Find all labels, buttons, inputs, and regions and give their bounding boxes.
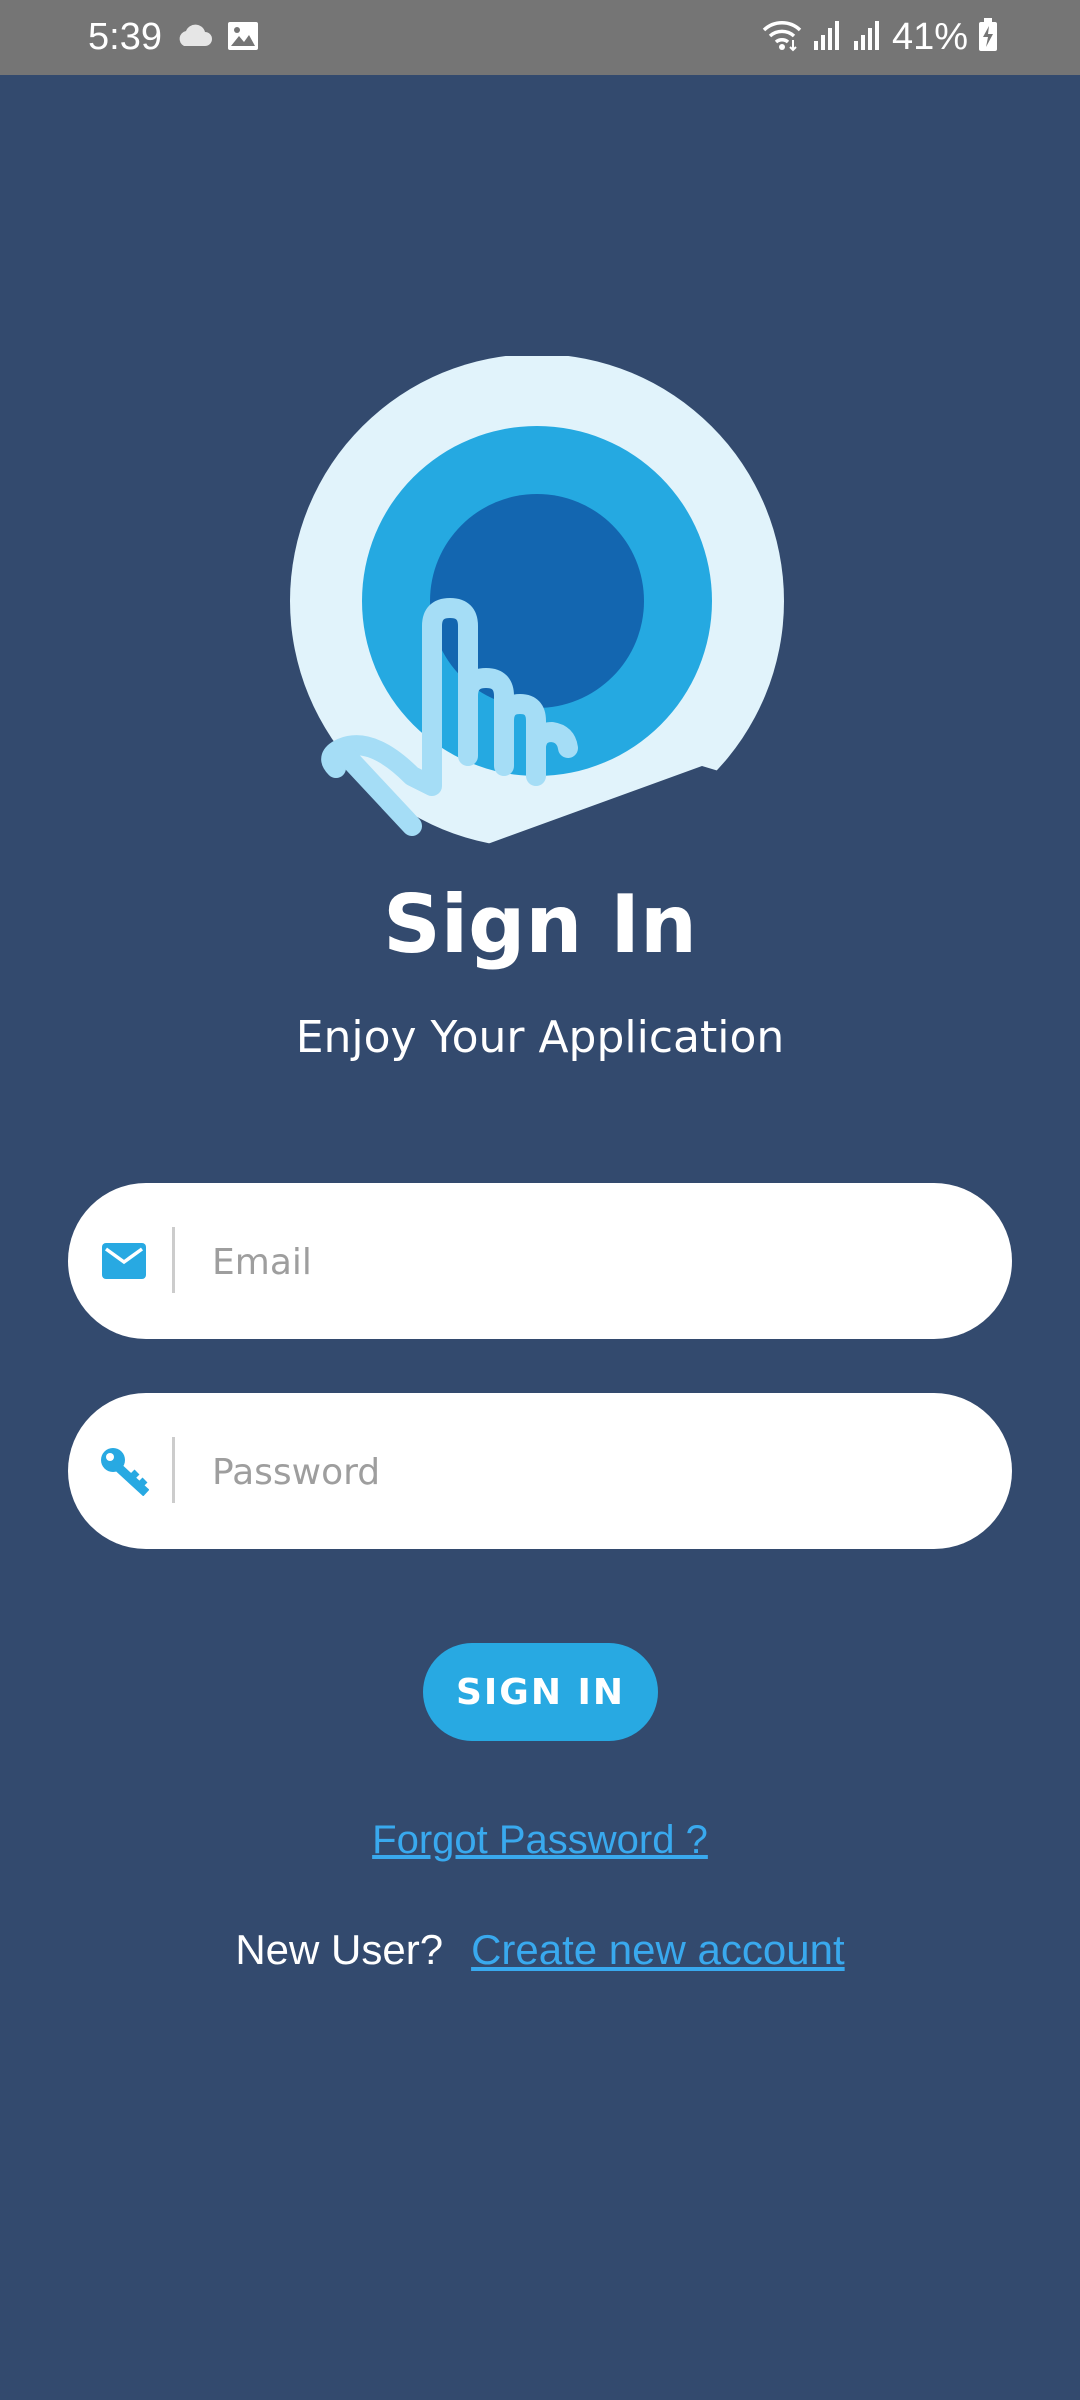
page-title: Sign In (383, 878, 697, 971)
email-input[interactable] (210, 1183, 954, 1341)
create-account-link[interactable]: Create new account (471, 1922, 845, 1978)
cloud-icon (175, 24, 213, 52)
status-left-icons (175, 20, 259, 56)
forgot-password-label[interactable]: Forgot Password ? (372, 1818, 708, 1862)
status-time: 5:39 (88, 16, 162, 58)
image-icon (227, 21, 259, 55)
input-divider (172, 1227, 175, 1293)
email-field-container[interactable] (68, 1183, 1012, 1341)
new-user-row: New User? Create new account (0, 1922, 1080, 1978)
signal-icon (812, 19, 842, 55)
battery-charging-icon (978, 18, 998, 56)
password-field-container[interactable] (68, 1393, 1012, 1551)
status-bar: 5:39 41% (0, 0, 1080, 75)
app-logo (282, 356, 788, 846)
sign-in-button[interactable]: SIGN IN (423, 1643, 658, 1741)
status-right: 41% (762, 14, 998, 60)
new-user-label: New User? (235, 1926, 444, 1973)
key-icon (96, 1443, 152, 1499)
wifi-icon (762, 18, 802, 56)
forgot-password-link[interactable]: Forgot Password ? (0, 1812, 1080, 1868)
input-divider (172, 1437, 175, 1503)
email-icon (96, 1233, 152, 1289)
battery-percentage: 41% (891, 16, 968, 58)
page-subtitle: Enjoy Your Application (295, 1012, 785, 1063)
password-input[interactable] (210, 1393, 954, 1551)
signal-icon (852, 19, 882, 55)
